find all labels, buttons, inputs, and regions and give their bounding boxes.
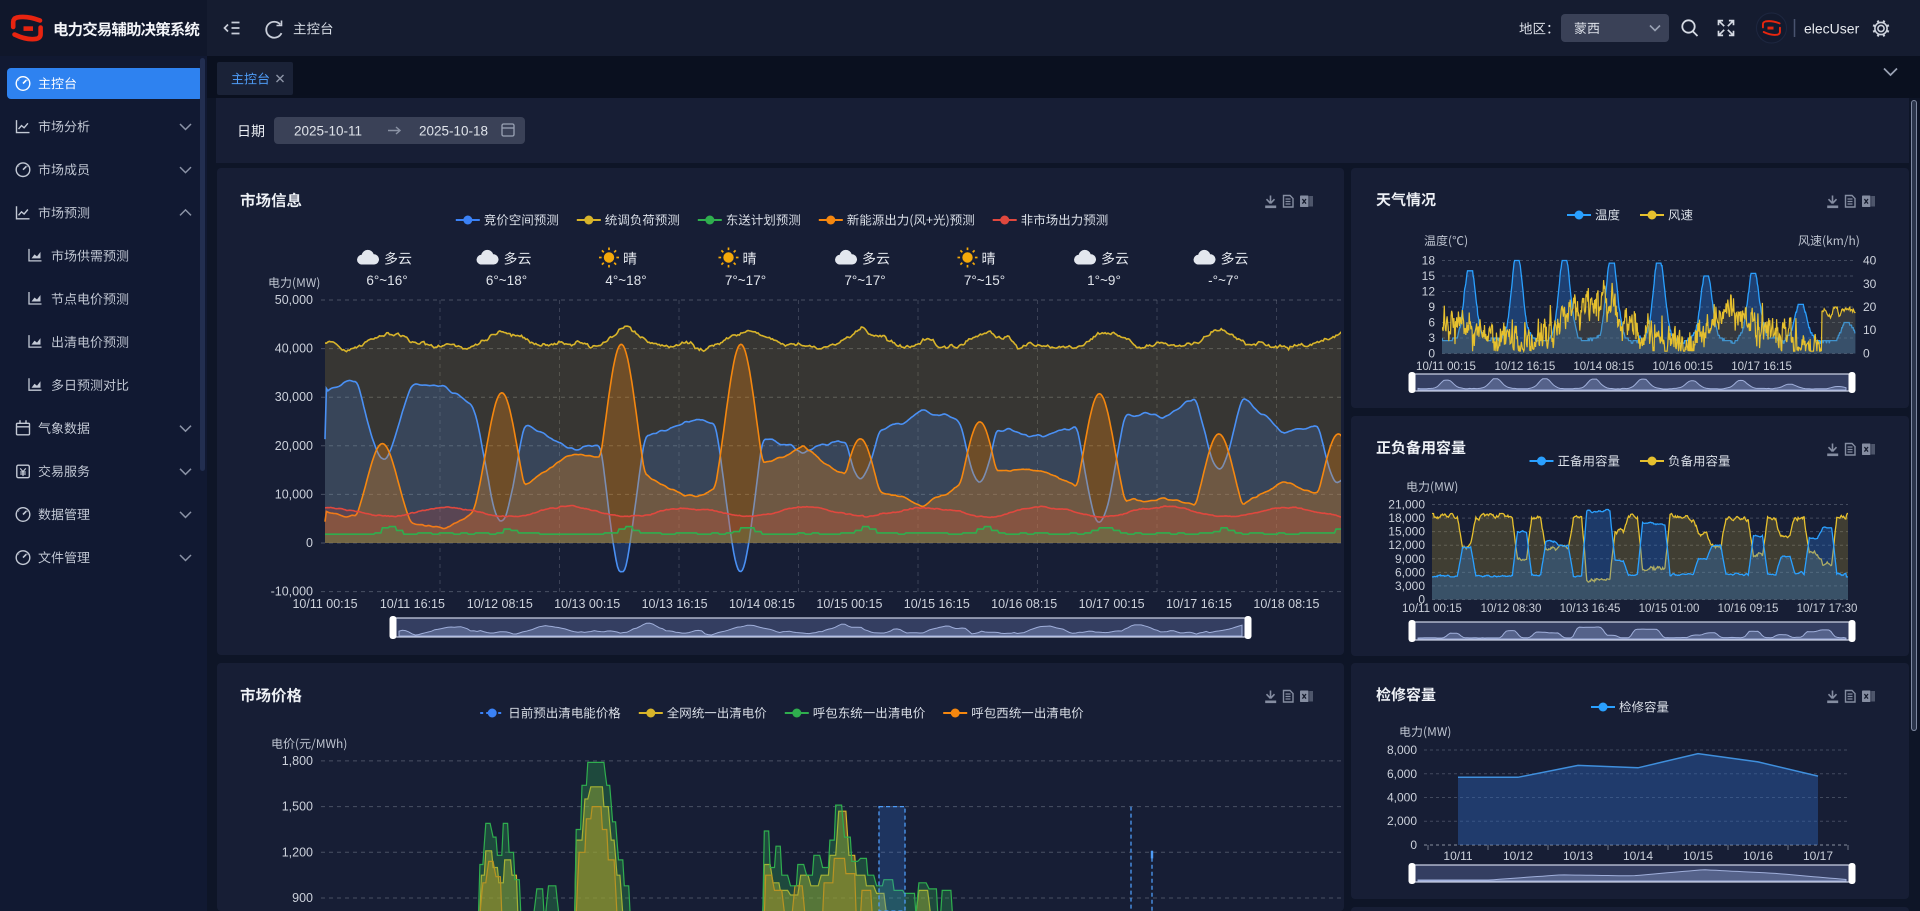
svg-text:2,000: 2,000 (1387, 814, 1417, 828)
svg-text:18: 18 (1422, 254, 1436, 268)
svg-text:10/12 16:15: 10/12 16:15 (1495, 361, 1556, 373)
svg-text:12: 12 (1422, 285, 1436, 299)
svg-text:50,000: 50,000 (275, 293, 313, 307)
svg-text:10/14 08:15: 10/14 08:15 (1573, 361, 1634, 373)
svg-text:10/12 08:30: 10/12 08:30 (1481, 603, 1542, 615)
svg-text:3: 3 (1428, 331, 1435, 345)
svg-text:10/13: 10/13 (1563, 849, 1593, 863)
svg-text:30,000: 30,000 (275, 390, 313, 404)
svg-text:10/12 08:15: 10/12 08:15 (467, 597, 533, 611)
svg-text:10/16 08:15: 10/16 08:15 (991, 597, 1057, 611)
svg-text:10/12: 10/12 (1503, 849, 1533, 863)
svg-text:20,000: 20,000 (275, 439, 313, 453)
svg-text:0: 0 (1428, 347, 1435, 361)
svg-text:6,000: 6,000 (1387, 767, 1417, 781)
svg-text:1,500: 1,500 (282, 800, 313, 814)
svg-text:20: 20 (1863, 300, 1877, 314)
svg-text:10/16 09:15: 10/16 09:15 (1718, 603, 1779, 615)
svg-text:10/17 16:15: 10/17 16:15 (1731, 361, 1792, 373)
svg-text:1,200: 1,200 (282, 845, 313, 859)
svg-text:1°~9°: 1°~9° (1087, 273, 1121, 288)
svg-text:10/13 16:45: 10/13 16:45 (1560, 603, 1621, 615)
svg-text:10/13 16:15: 10/13 16:15 (642, 597, 708, 611)
svg-text:7°~17°: 7°~17° (725, 273, 766, 288)
svg-text:4°~18°: 4°~18° (605, 273, 646, 288)
svg-text:10/17 16:15: 10/17 16:15 (1166, 597, 1232, 611)
svg-text:900: 900 (292, 891, 313, 905)
svg-text:10/14 08:15: 10/14 08:15 (729, 597, 795, 611)
svg-text:4,000: 4,000 (1387, 791, 1417, 805)
svg-text:40,000: 40,000 (275, 342, 313, 356)
svg-text:10/17 00:15: 10/17 00:15 (1079, 597, 1145, 611)
svg-text:7°~17°: 7°~17° (844, 273, 885, 288)
svg-text:0: 0 (1410, 838, 1417, 852)
svg-text:10/11: 10/11 (1443, 849, 1472, 863)
svg-text:10/13 00:15: 10/13 00:15 (554, 597, 620, 611)
svg-text:1,800: 1,800 (282, 754, 313, 768)
svg-text:10/11 00:15: 10/11 00:15 (1416, 361, 1476, 373)
svg-text:10/11 16:15: 10/11 16:15 (380, 597, 445, 611)
svg-text:10,000: 10,000 (275, 487, 313, 501)
svg-text:10/15 00:15: 10/15 00:15 (816, 597, 882, 611)
svg-text:10/17 17:30: 10/17 17:30 (1797, 603, 1858, 615)
svg-text:0: 0 (1863, 347, 1870, 361)
svg-text:8,000: 8,000 (1387, 743, 1417, 757)
svg-text:10/11 00:15: 10/11 00:15 (1402, 603, 1462, 615)
svg-text:-°~7°: -°~7° (1208, 273, 1239, 288)
svg-text:10/16: 10/16 (1743, 849, 1773, 863)
svg-text:6°~16°: 6°~16° (366, 273, 407, 288)
svg-text:10/15 01:00: 10/15 01:00 (1639, 603, 1700, 615)
svg-text:6°~18°: 6°~18° (486, 273, 527, 288)
svg-text:15,000: 15,000 (1388, 525, 1425, 539)
svg-text:10/16 00:15: 10/16 00:15 (1652, 361, 1713, 373)
svg-text:9,000: 9,000 (1395, 552, 1425, 566)
svg-text:6,000: 6,000 (1395, 565, 1425, 579)
svg-text:7°~15°: 7°~15° (964, 273, 1005, 288)
svg-text:21,000: 21,000 (1388, 498, 1425, 512)
svg-text:10/14: 10/14 (1623, 849, 1653, 863)
svg-text:40: 40 (1863, 254, 1877, 268)
svg-text:10/18 08:15: 10/18 08:15 (1253, 597, 1319, 611)
svg-text:10/15 16:15: 10/15 16:15 (904, 597, 970, 611)
svg-text:10/17: 10/17 (1803, 849, 1833, 863)
svg-text:30: 30 (1863, 277, 1877, 291)
svg-text:9: 9 (1428, 300, 1435, 314)
svg-text:18,000: 18,000 (1388, 511, 1425, 525)
svg-text:10/11 00:15: 10/11 00:15 (292, 597, 357, 611)
svg-text:15: 15 (1422, 269, 1436, 283)
svg-text:12,000: 12,000 (1388, 538, 1425, 552)
svg-text:10: 10 (1863, 323, 1877, 337)
svg-text:6: 6 (1428, 316, 1435, 330)
svg-text:3,000: 3,000 (1395, 579, 1425, 593)
svg-text:10/15: 10/15 (1683, 849, 1713, 863)
svg-text:0: 0 (306, 536, 313, 550)
